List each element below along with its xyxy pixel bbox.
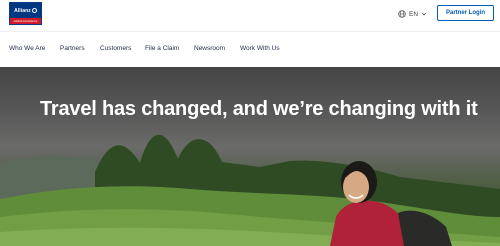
hero-banner: Travel has changed, and we’re changing w… [0,67,500,246]
language-label: EN [409,10,419,18]
chevron-down-icon [421,12,427,16]
main-nav: Who We Are Partners Customers File a Cla… [0,31,500,67]
allianz-logo[interactable]: Allianz Global Assistance [9,2,42,25]
logo-subline: Global Assistance [10,18,41,24]
logo-wordmark: Allianz [14,7,31,14]
nav-item-who-we-are[interactable]: Who We Are [9,45,45,52]
hero-photo [0,134,500,246]
nav-item-newsroom[interactable]: Newsroom [194,45,225,52]
nav-item-work-with-us[interactable]: Work With Us [240,45,280,52]
partner-login-button[interactable]: Partner Login [437,5,494,21]
logo-eagle-icon [31,8,37,13]
top-bar: Allianz Global Assistance EN Partner Log… [0,0,500,31]
globe-icon [398,10,406,18]
hero-title: Travel has changed, and we’re changing w… [40,98,478,120]
nav-item-partners[interactable]: Partners [60,45,85,52]
nav-item-customers[interactable]: Customers [100,45,131,52]
nav-item-file-a-claim[interactable]: File a Claim [145,45,179,52]
language-selector[interactable]: EN [398,8,427,20]
